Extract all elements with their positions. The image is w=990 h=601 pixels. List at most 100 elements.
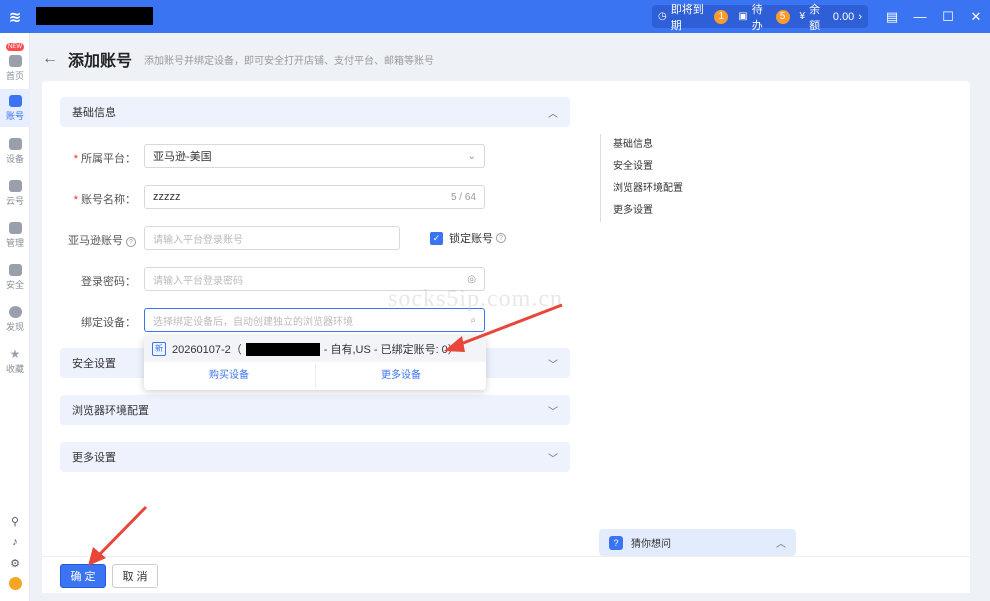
anchor-item-security[interactable]: 安全设置 xyxy=(613,156,683,178)
app-logo-icon: ≋ xyxy=(8,8,22,26)
chevron-right-icon[interactable]: › xyxy=(858,11,862,23)
confirm-button[interactable]: 确 定 xyxy=(60,564,106,588)
section-title: 基础信息 xyxy=(72,107,116,119)
device-option[interactable]: 新 20260107-2（ - 自有,US - 已绑定账号: 0） xyxy=(144,336,486,362)
new-badge: NEW xyxy=(6,43,24,51)
section-title: 更多设置 xyxy=(72,452,116,464)
chevron-down-icon: ⌄ xyxy=(467,150,476,162)
buy-device-link[interactable]: 购买设备 xyxy=(144,364,314,388)
platform-value: 亚马逊-美国 xyxy=(153,151,212,163)
back-arrow-icon[interactable]: ← xyxy=(42,50,58,68)
anchor-item-browser[interactable]: 浏览器环境配置 xyxy=(613,178,683,200)
platform-select[interactable]: 亚马逊-美国 ⌄ xyxy=(144,144,485,168)
faq-title: 猜你想问 xyxy=(631,539,671,550)
anchor-item-basic[interactable]: 基础信息 xyxy=(613,134,683,156)
section-browser-env[interactable]: 浏览器环境配置 ﹀ xyxy=(60,395,570,425)
search-icon: ⌕ xyxy=(470,314,476,326)
store-icon xyxy=(8,95,22,107)
amazon-account-placeholder: 请输入平台登录账号 xyxy=(153,234,243,246)
expiring-badge: 1 xyxy=(714,9,729,24)
section-title: 浏览器环境配置 xyxy=(72,405,149,417)
page-subtitle: 添加账号并绑定设备，即可安全打开店铺、支付平台、邮箱等账号 xyxy=(144,55,435,67)
password-placeholder: 请输入平台登录密码 xyxy=(153,275,243,287)
sidebar-item-devices[interactable]: 设备 xyxy=(0,135,30,171)
close-icon[interactable]: ✕ xyxy=(962,9,990,25)
sidebar-item-cloud[interactable]: 云号 xyxy=(0,177,30,213)
manage-icon xyxy=(8,222,22,234)
account-name-input[interactable]: zzzzz 5 / 64 xyxy=(144,185,485,209)
lock-account-label: 锁定账号 xyxy=(449,233,493,245)
sidebar-item-label: 云号 xyxy=(5,196,24,206)
account-name-label: * 账号名称： xyxy=(73,194,136,206)
bind-device-placeholder: 选择绑定设备后，自动创建独立的浏览器环境 xyxy=(153,316,353,328)
avatar[interactable] xyxy=(0,577,30,593)
help-icon: ? xyxy=(126,237,136,247)
char-count: 5 / 64 xyxy=(450,191,476,203)
section-basic-info[interactable]: 基础信息 ︿ xyxy=(60,97,570,127)
sidebar-item-favorites[interactable]: ★ 收藏 xyxy=(0,345,30,381)
chevron-down-icon[interactable]: ﹀ xyxy=(548,356,558,371)
password-label: 登录密码： xyxy=(81,276,136,288)
page-header: ← 添加账号 添加账号并绑定设备，即可安全打开店铺、支付平台、邮箱等账号 xyxy=(42,47,434,71)
faq-panel[interactable]: ? 猜你想问 ︿ xyxy=(599,529,796,556)
page-title: 添加账号 xyxy=(68,53,133,70)
account-name-value: zzzzz xyxy=(153,191,181,203)
platform-label: * 所属平台： xyxy=(73,153,136,165)
gear-icon[interactable]: ⚙ xyxy=(0,557,30,570)
message-icon[interactable]: ▤ xyxy=(878,9,906,25)
amazon-account-label: 亚马逊账号? xyxy=(56,232,136,248)
star-icon: ★ xyxy=(9,347,21,361)
maximize-icon[interactable]: ☐ xyxy=(934,9,962,25)
todo-label[interactable]: 待办 xyxy=(752,1,772,33)
sidebar-item-label: 收藏 xyxy=(5,364,24,374)
checkbox-checked-icon[interactable]: ✓ xyxy=(430,231,443,245)
title-bar: ≋ ◷ 即将到期 1 ▣ 待办 5 ¥ 余额 0.00 › ▤ — ☐ ✕ xyxy=(0,0,990,33)
bind-device-label: 绑定设备： xyxy=(81,317,136,329)
redacted-title xyxy=(36,7,153,25)
home-icon xyxy=(8,55,22,67)
sidebar-item-label: 设备 xyxy=(5,154,24,164)
pin-icon[interactable]: ⚲ xyxy=(0,515,30,528)
sidebar-item-security[interactable]: 安全 xyxy=(0,261,30,297)
chevron-down-icon[interactable]: ﹀ xyxy=(548,450,558,465)
sidebar-item-home[interactable]: NEW 首页 xyxy=(0,43,30,81)
new-tag-icon: 新 xyxy=(152,342,166,356)
device-name: 20260107-2（ xyxy=(172,344,242,356)
device-detail: - 自有,US - 已绑定账号: 0） xyxy=(323,344,459,356)
lock-account-checkbox[interactable]: ✓ 锁定账号 ? xyxy=(430,230,506,246)
chevron-down-icon[interactable]: ﹀ xyxy=(548,403,558,418)
chevron-up-icon[interactable]: ︿ xyxy=(776,535,786,550)
sidebar-item-manage[interactable]: 管理 xyxy=(0,219,30,255)
watermark: socks5ip.com.cn xyxy=(388,286,563,312)
help-icon[interactable]: ? xyxy=(496,233,506,243)
yen-icon: ¥ xyxy=(799,11,806,22)
section-more[interactable]: 更多设置 ﹀ xyxy=(60,442,570,472)
status-pill[interactable]: ◷ 即将到期 1 ▣ 待办 5 ¥ 余额 0.00 › xyxy=(652,4,868,32)
sidebar-item-label: 账号 xyxy=(5,111,24,121)
amazon-account-input[interactable]: 请输入平台登录账号 xyxy=(144,226,400,250)
window-controls: ▤ — ☐ ✕ xyxy=(878,0,990,33)
sidebar: NEW 首页 账号 设备 云号 管理 安全 发现 ★ 收藏 ⚲ ♪ ⚙ xyxy=(0,33,30,601)
sidebar-item-accounts[interactable]: 账号 xyxy=(0,89,30,127)
cloud-icon xyxy=(8,180,22,192)
compass-icon xyxy=(8,306,22,318)
device-dropdown: 新 20260107-2（ - 自有,US - 已绑定账号: 0） 购买设备 更… xyxy=(144,336,486,390)
chevron-up-icon[interactable]: ︿ xyxy=(548,105,558,120)
anchor-item-more[interactable]: 更多设置 xyxy=(613,200,683,222)
more-devices-link[interactable]: 更多设备 xyxy=(316,364,486,388)
cancel-button[interactable]: 取 消 xyxy=(112,564,158,588)
section-title: 安全设置 xyxy=(72,358,116,370)
anchor-nav: 基础信息 安全设置 浏览器环境配置 更多设置 xyxy=(600,134,683,222)
balance-value: 0.00 xyxy=(832,10,855,23)
shield-icon xyxy=(8,264,22,276)
expiring-label[interactable]: 即将到期 xyxy=(671,1,711,33)
sidebar-item-label: 发现 xyxy=(5,322,24,332)
minimize-icon[interactable]: — xyxy=(906,9,934,24)
eye-off-icon[interactable]: ◎ xyxy=(467,274,476,285)
balance-label[interactable]: 余额 xyxy=(809,1,829,33)
sidebar-item-discover[interactable]: 发现 xyxy=(0,303,30,339)
todo-icon: ▣ xyxy=(738,11,748,22)
sidebar-item-label: 安全 xyxy=(5,280,24,290)
bell-icon[interactable]: ♪ xyxy=(0,536,30,548)
footer-bar xyxy=(42,556,970,593)
